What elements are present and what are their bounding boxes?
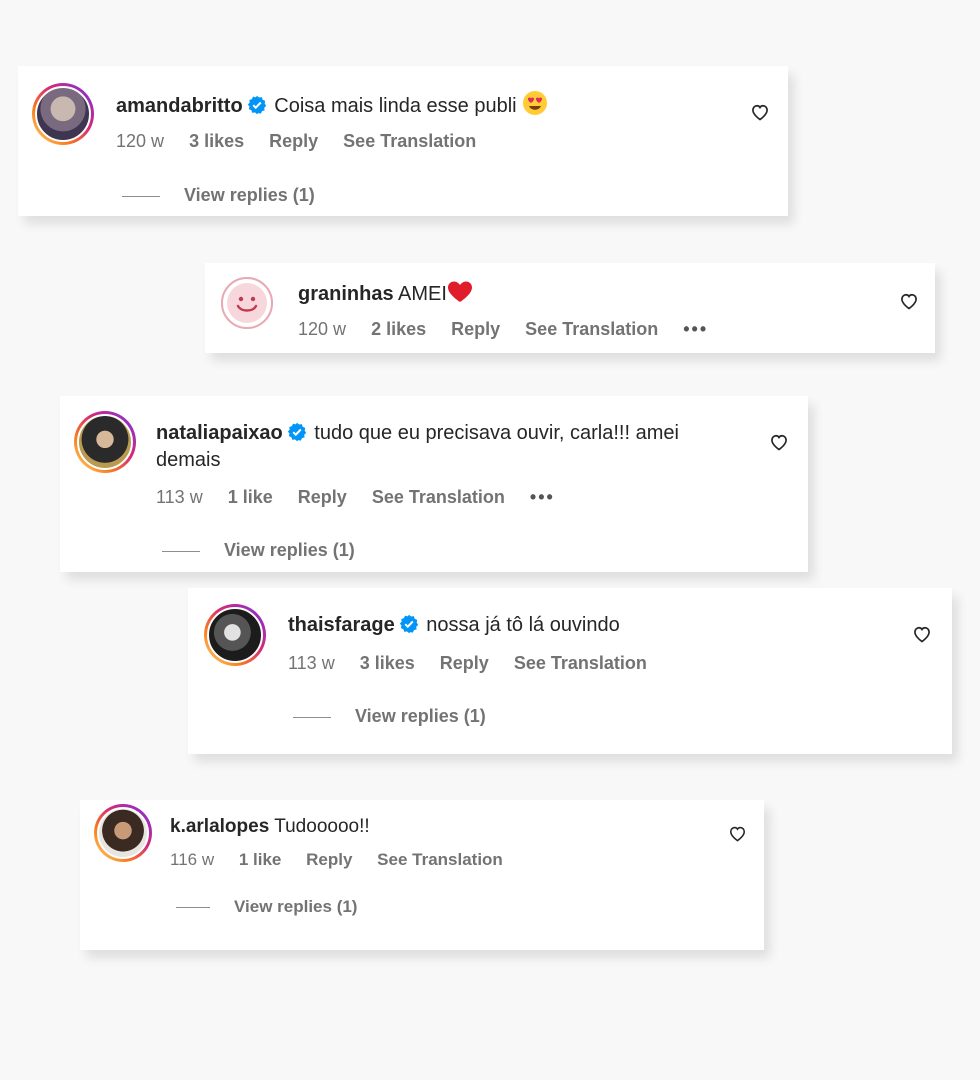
- avatar[interactable]: [94, 804, 152, 862]
- see-translation-button[interactable]: See Translation: [525, 319, 658, 339]
- comment-card-nataliapaixao: nataliapaixao tudo que eu precisava ouvi…: [60, 396, 808, 572]
- view-replies-button[interactable]: View replies (1): [293, 706, 486, 727]
- see-translation-button[interactable]: See Translation: [514, 653, 647, 673]
- view-replies-button[interactable]: View replies (1): [162, 540, 355, 561]
- likes-count[interactable]: 1 like: [239, 850, 282, 869]
- comment-text: AMEI: [398, 283, 447, 305]
- divider-line: [293, 716, 331, 718]
- likes-count[interactable]: 3 likes: [360, 653, 415, 673]
- timestamp[interactable]: 116 w: [170, 850, 214, 869]
- verified-badge-icon: [247, 95, 266, 115]
- avatar[interactable]: [74, 411, 136, 473]
- divider-line: [122, 195, 160, 197]
- verified-badge-icon: [287, 422, 306, 442]
- comment-line: k.arlalopes Tudooooo!!: [170, 813, 370, 840]
- timestamp[interactable]: 113 w: [288, 653, 335, 673]
- red-heart-emoji: [447, 281, 472, 302]
- view-replies-button[interactable]: View replies (1): [122, 185, 315, 206]
- likes-count[interactable]: 1 like: [228, 487, 273, 507]
- reply-button[interactable]: Reply: [269, 131, 318, 151]
- username[interactable]: amandabritto: [116, 95, 243, 117]
- view-replies-label: View replies (1): [184, 185, 315, 205]
- see-translation-button[interactable]: See Translation: [372, 487, 505, 507]
- comment-text: Coisa mais linda esse publi: [274, 95, 517, 117]
- comment-meta: 113 w 1 like Reply See Translation •••: [156, 487, 575, 508]
- more-options-icon[interactable]: •••: [530, 487, 555, 507]
- comment-text: Tudooooo!!: [274, 816, 370, 837]
- heart-outline-icon[interactable]: [912, 624, 932, 644]
- verified-badge-icon: [399, 614, 418, 634]
- see-translation-button[interactable]: See Translation: [343, 131, 476, 151]
- view-replies-label: View replies (1): [355, 706, 486, 726]
- divider-line: [162, 550, 200, 552]
- reply-button[interactable]: Reply: [306, 850, 352, 869]
- comment-line: thaisfarage nossa já tô lá ouvindo: [288, 612, 620, 639]
- likes-count[interactable]: 2 likes: [371, 319, 426, 339]
- heart-outline-icon[interactable]: [899, 291, 919, 311]
- view-replies-label: View replies (1): [234, 897, 358, 916]
- comment-meta: 116 w 1 like Reply See Translation: [170, 850, 523, 870]
- comment-card-karlalopes: k.arlalopes Tudooooo!! 116 w 1 like Repl…: [80, 800, 764, 950]
- reply-button[interactable]: Reply: [298, 487, 347, 507]
- likes-count[interactable]: 3 likes: [189, 131, 244, 151]
- comment-line: graninhas AMEI: [298, 280, 473, 308]
- comment-meta: 113 w 3 likes Reply See Translation: [288, 653, 667, 674]
- heart-eyes-emoji: [523, 91, 548, 115]
- reply-button[interactable]: Reply: [451, 319, 500, 339]
- more-options-icon[interactable]: •••: [683, 319, 708, 339]
- comment-line: amandabritto Coisa mais linda esse publi: [116, 90, 548, 120]
- timestamp[interactable]: 113 w: [156, 487, 203, 507]
- view-replies-label: View replies (1): [224, 540, 355, 560]
- username[interactable]: graninhas: [298, 283, 394, 305]
- divider-line: [176, 907, 210, 909]
- username[interactable]: nataliapaixao: [156, 422, 283, 444]
- timestamp[interactable]: 120 w: [116, 131, 164, 151]
- comment-meta: 120 w 3 likes Reply See Translation: [116, 131, 496, 152]
- comment-card-amandabritto: amandabritto Coisa mais linda esse publi…: [18, 66, 788, 216]
- avatar[interactable]: [204, 604, 266, 666]
- see-translation-button[interactable]: See Translation: [377, 850, 503, 869]
- timestamp[interactable]: 120 w: [298, 319, 346, 339]
- heart-outline-icon[interactable]: [750, 102, 770, 122]
- comment-meta: 120 w 2 likes Reply See Translation •••: [298, 319, 728, 340]
- view-replies-button[interactable]: View replies (1): [176, 897, 357, 917]
- smiley-avatar-icon: [221, 277, 273, 329]
- username[interactable]: thaisfarage: [288, 614, 395, 636]
- comment-card-thaisfarage: thaisfarage nossa já tô lá ouvindo 113 w…: [188, 588, 952, 754]
- username[interactable]: k.arlalopes: [170, 816, 269, 837]
- heart-outline-icon[interactable]: [728, 824, 747, 843]
- reply-button[interactable]: Reply: [440, 653, 489, 673]
- avatar[interactable]: [32, 83, 94, 145]
- comment-card-graninhas: graninhas AMEI 120 w 2 likes Reply See T…: [205, 263, 935, 353]
- heart-outline-icon[interactable]: [769, 432, 789, 452]
- avatar[interactable]: [221, 277, 273, 329]
- comment-text: nossa já tô lá ouvindo: [426, 614, 620, 636]
- comment-line: nataliapaixao tudo que eu precisava ouvi…: [156, 420, 736, 474]
